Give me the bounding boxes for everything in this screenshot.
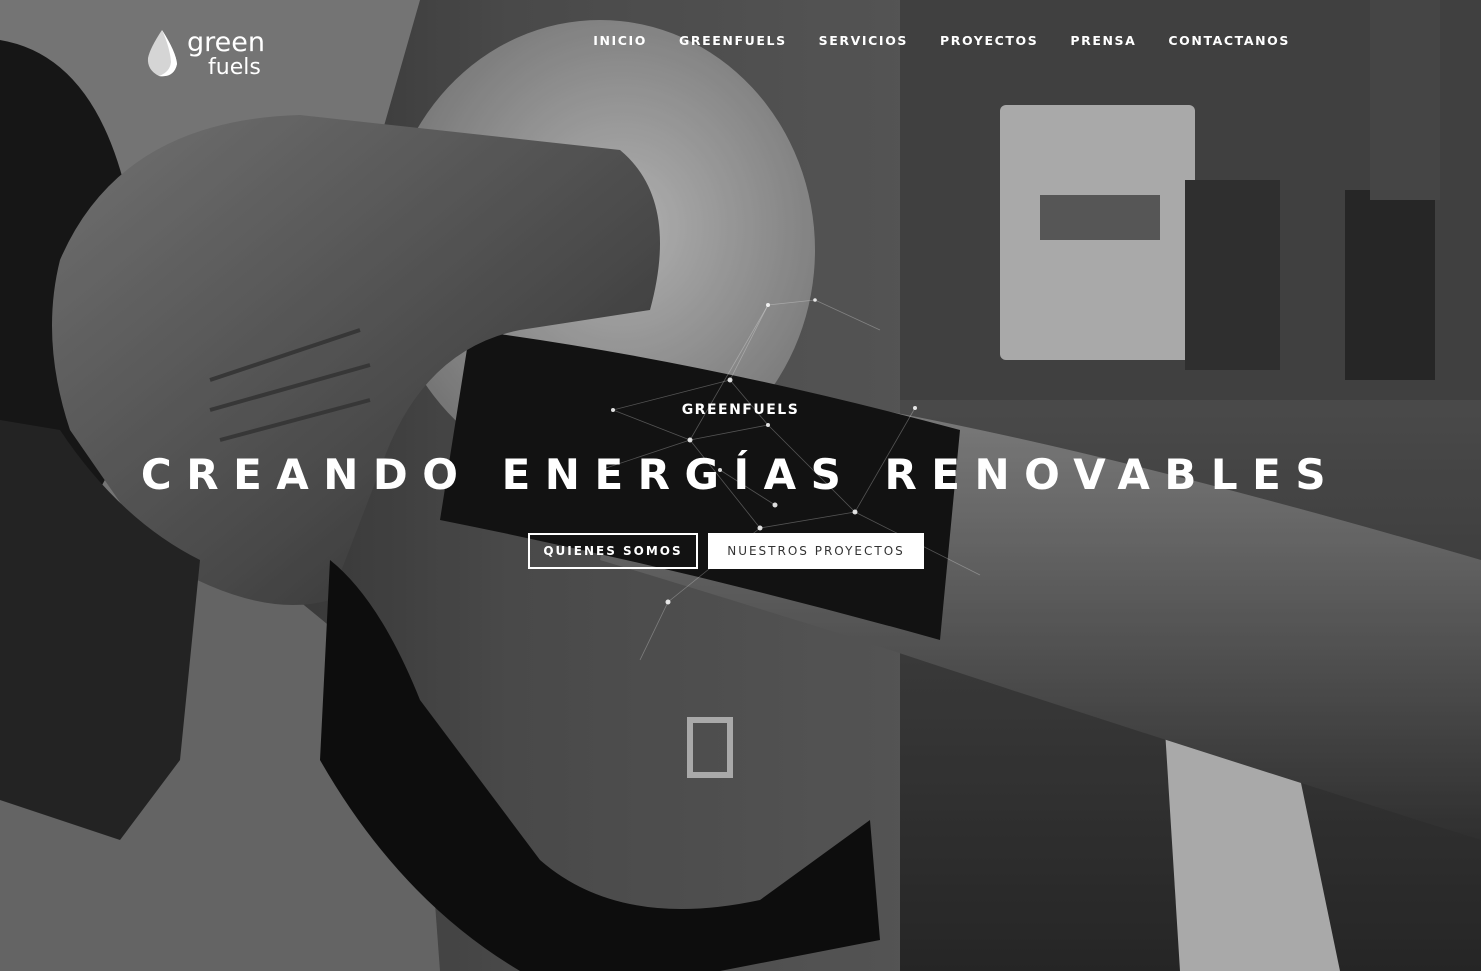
nav-item-contactanos[interactable]: CONTACTANOS <box>1168 33 1290 48</box>
nuestros-proyectos-button[interactable]: NUESTROS PROYECTOS <box>708 533 924 569</box>
hero-buttons: QUIENES SOMOS NUESTROS PROYECTOS <box>528 533 924 569</box>
greenfuels-logo-icon: green fuels <box>147 27 265 80</box>
svg-text:fuels: fuels <box>208 55 261 80</box>
hero-section: green fuels INICIO GREENFUELS SERVICIOS … <box>0 0 1481 971</box>
nav-item-prensa[interactable]: PRENSA <box>1070 33 1136 48</box>
hero-eyebrow: GREENFUELS <box>681 402 800 418</box>
nav-item-inicio[interactable]: INICIO <box>593 33 647 48</box>
svg-text:green: green <box>187 27 265 58</box>
hero-headline: CREANDO ENERGÍAS RENOVABLES <box>140 450 1341 499</box>
brand-logo[interactable]: green fuels <box>144 26 284 82</box>
main-nav: INICIO GREENFUELS SERVICIOS PROYECTOS PR… <box>561 33 1290 48</box>
nav-item-greenfuels[interactable]: GREENFUELS <box>679 33 787 48</box>
nav-item-proyectos[interactable]: PROYECTOS <box>940 33 1038 48</box>
nav-item-servicios[interactable]: SERVICIOS <box>819 33 908 48</box>
quienes-somos-button[interactable]: QUIENES SOMOS <box>528 533 698 569</box>
